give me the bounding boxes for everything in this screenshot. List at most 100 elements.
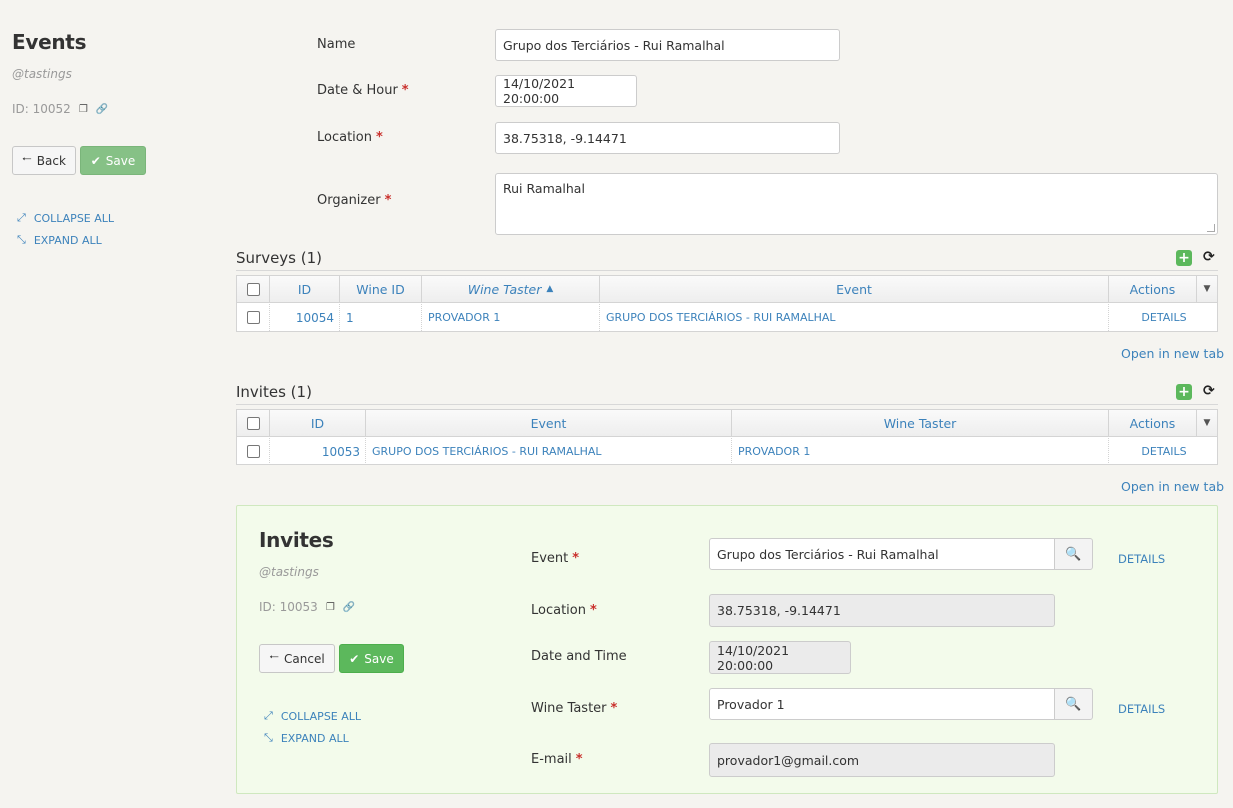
panel-date-value: 14/10/2021 20:00:00: [717, 642, 790, 673]
cell-id[interactable]: 10054: [270, 304, 340, 331]
organizer-value: Rui Ramalhal: [503, 181, 585, 196]
col-header-wine-id[interactable]: Wine ID: [340, 276, 422, 302]
page-subtitle: @tastings: [12, 67, 72, 81]
email-value: provador1@gmail.com: [717, 752, 860, 768]
back-button[interactable]: 🠀 Back: [12, 146, 76, 175]
panel-save-button[interactable]: ✔ Save: [339, 644, 404, 673]
wine-taster-details-link[interactable]: DETAILS: [1118, 702, 1165, 716]
plus-icon: +: [1178, 384, 1190, 400]
surveys-divider: [236, 270, 1218, 271]
collapse-icon: ⤢: [17, 211, 26, 224]
link-icon[interactable]: 🔗: [343, 602, 355, 613]
date-label: Date & Hour *: [317, 83, 409, 98]
location-label: Location *: [317, 130, 383, 145]
link-icon[interactable]: 🔗: [96, 104, 108, 115]
column-menu-button[interactable]: ▼: [1197, 410, 1217, 436]
col-header-actions: Actions: [1109, 276, 1197, 302]
save-button[interactable]: ✔ Save: [80, 146, 146, 175]
record-id: ID: 10052 ❐ 🔗: [12, 102, 108, 116]
surveys-refresh-button[interactable]: ⟳: [1203, 249, 1215, 265]
cell-wine-taster[interactable]: PROVADOR 1: [422, 304, 600, 331]
panel-location-value: 38.75318, -9.14471: [717, 603, 841, 618]
invites-refresh-button[interactable]: ⟳: [1203, 383, 1215, 399]
copy-icon[interactable]: ❐: [326, 602, 335, 613]
select-all-checkbox[interactable]: [246, 416, 260, 430]
cell-id[interactable]: 10053: [270, 438, 366, 465]
panel-location-label: Location *: [531, 603, 597, 618]
select-all-checkbox[interactable]: [246, 282, 260, 296]
event-details-link[interactable]: DETAILS: [1118, 552, 1165, 566]
col-header-id[interactable]: ID: [270, 410, 366, 436]
wine-taster-lookup-input[interactable]: Provador 1: [709, 688, 1055, 720]
col-header-actions: Actions: [1109, 410, 1197, 436]
location-input[interactable]: 38.75318, -9.14471: [495, 122, 840, 154]
save-button-label: Save: [105, 153, 136, 168]
panel-date-field: 14/10/2021 20:00:00: [709, 641, 851, 674]
col-actions-label: Actions: [1129, 415, 1176, 431]
cell-event[interactable]: GRUPO DOS TERCIÁRIOS - RUI RAMALHAL: [366, 438, 732, 465]
surveys-open-new-tab-link[interactable]: Open in new tab: [1121, 346, 1224, 361]
email-field: provador1@gmail.com: [709, 743, 1055, 777]
panel-collapse-all-link[interactable]: ⤢ COLLAPSE ALL: [264, 709, 361, 723]
row-select-cell: [237, 438, 270, 465]
select-all-cell: [237, 276, 270, 302]
col-header-wine-taster[interactable]: Wine Taster ▲: [422, 276, 600, 302]
event-label: Event *: [531, 551, 579, 566]
panel-expand-all-link[interactable]: ⤡ EXPAND ALL: [264, 731, 349, 745]
cancel-button[interactable]: 🠀 Cancel: [259, 644, 335, 673]
panel-save-button-label: Save: [364, 651, 394, 666]
panel-location-label-text: Location: [531, 603, 586, 618]
panel-record-id-text: ID: 10053: [259, 600, 318, 614]
cell-wine-id[interactable]: 1: [340, 304, 422, 331]
details-link-text: DETAILS: [1141, 445, 1187, 458]
collapse-all-link[interactable]: ⤢ COLLAPSE ALL: [17, 211, 114, 225]
wine-taster-search-button[interactable]: 🔍: [1054, 688, 1093, 720]
table-row[interactable]: 10053 GRUPO DOS TERCIÁRIOS - RUI RAMALHA…: [237, 438, 1217, 465]
col-header-event[interactable]: Event: [366, 410, 732, 436]
col-header-event[interactable]: Event: [600, 276, 1109, 302]
refresh-icon: ⟳: [1203, 249, 1215, 265]
cell-wine-taster[interactable]: PROVADOR 1: [732, 438, 1109, 465]
copy-icon[interactable]: ❐: [79, 104, 88, 115]
cell-id-text: 10053: [321, 444, 360, 459]
date-label-text: Date & Hour: [317, 83, 398, 98]
surveys-table-header: ID Wine ID Wine Taster ▲ Event Actions ▼: [237, 276, 1217, 303]
event-value: Grupo dos Terciários - Rui Ramalhal: [717, 546, 939, 562]
table-row[interactable]: 10054 1 PROVADOR 1 GRUPO DOS TERCIÁRIOS …: [237, 304, 1217, 331]
refresh-icon: ⟳: [1203, 383, 1215, 399]
invites-table: ID Event Wine Taster Actions ▼ 10053 GRU…: [236, 409, 1218, 465]
row-checkbox[interactable]: [246, 311, 260, 324]
surveys-table: ID Wine ID Wine Taster ▲ Event Actions ▼ …: [236, 275, 1218, 332]
event-lookup-input[interactable]: Grupo dos Terciários - Rui Ramalhal: [709, 538, 1055, 570]
cell-wine-id-text: 1: [346, 310, 354, 325]
col-header-wine-taster[interactable]: Wine Taster: [732, 410, 1109, 436]
expand-all-link[interactable]: ⤡ EXPAND ALL: [17, 233, 102, 247]
cell-wine-taster-text: PROVADOR 1: [738, 445, 811, 458]
collapse-all-label: COLLAPSE ALL: [33, 211, 115, 225]
cell-details-link[interactable]: DETAILS: [1109, 438, 1219, 465]
required-mark: *: [575, 752, 583, 767]
col-wine-id-label: Wine ID: [356, 281, 405, 297]
column-menu-button[interactable]: ▼: [1197, 276, 1217, 302]
caret-down-icon: ▼: [1203, 418, 1211, 428]
collapse-icon: ⤢: [264, 709, 273, 722]
panel-date-label: Date and Time: [531, 649, 627, 664]
col-wine-taster-label: Wine Taster: [883, 415, 957, 431]
organizer-textarea[interactable]: Rui Ramalhal: [495, 173, 1218, 235]
cell-event[interactable]: GRUPO DOS TERCIÁRIOS - RUI RAMALHAL: [600, 304, 1109, 331]
invites-add-button[interactable]: +: [1176, 384, 1192, 400]
plus-icon: +: [1178, 250, 1190, 266]
col-actions-label: Actions: [1129, 281, 1176, 297]
cell-details-link[interactable]: DETAILS: [1109, 304, 1219, 331]
col-event-label: Event: [836, 281, 872, 297]
name-input[interactable]: Grupo dos Terciários - Rui Ramalhal: [495, 29, 840, 61]
date-input[interactable]: 14/10/2021 20:00:00: [495, 75, 637, 107]
check-icon: ✔: [349, 651, 360, 666]
col-header-id[interactable]: ID: [270, 276, 340, 302]
row-checkbox[interactable]: [246, 445, 260, 458]
invites-open-new-tab-link[interactable]: Open in new tab: [1121, 479, 1224, 494]
surveys-add-button[interactable]: +: [1176, 250, 1192, 266]
required-mark: *: [401, 83, 409, 98]
event-search-button[interactable]: 🔍: [1054, 538, 1093, 570]
resize-handle-icon[interactable]: [1207, 224, 1215, 232]
